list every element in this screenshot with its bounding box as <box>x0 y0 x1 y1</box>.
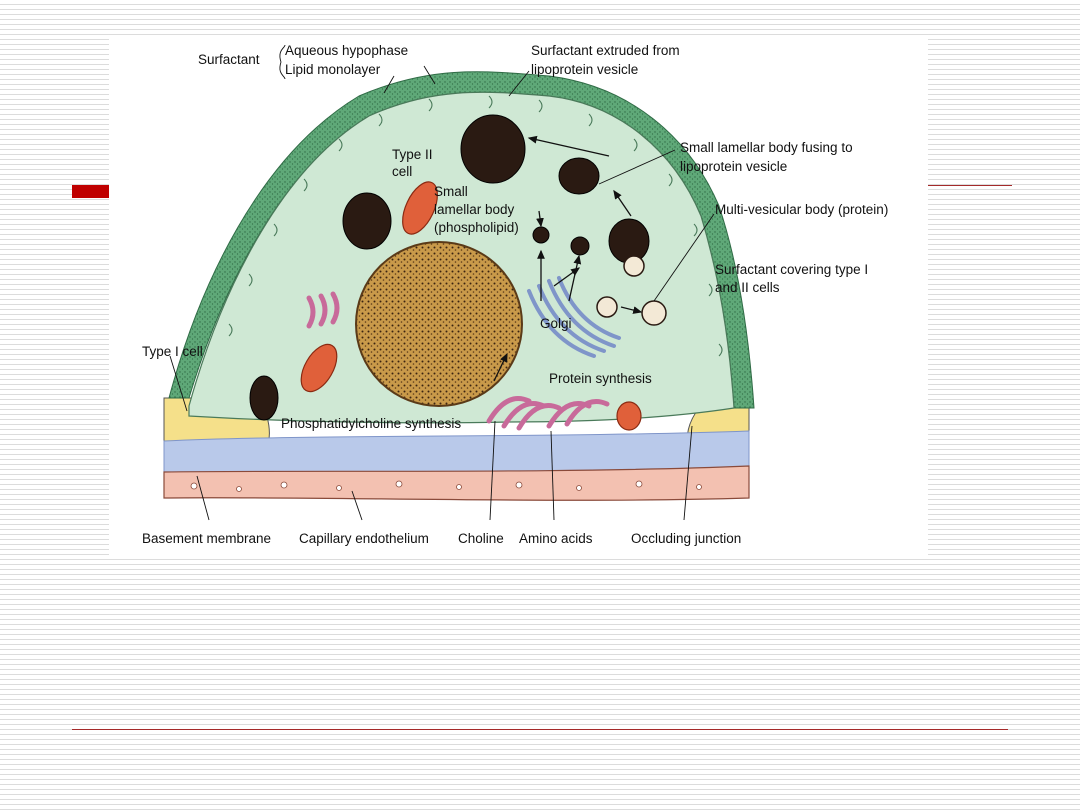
nucleus <box>355 241 523 407</box>
label-capillary-endothelium: Capillary endothelium <box>299 531 429 546</box>
label-occluding-junction: Occluding junction <box>631 531 741 546</box>
label-protein-synthesis: Protein synthesis <box>549 371 652 386</box>
top-accent-rule <box>928 185 1012 186</box>
label-surfactant-extruded-line1: Surfactant extruded from <box>531 43 680 58</box>
type-ii-cell-figure: Surfactant Aqueous hypophase Lipid monol… <box>109 36 928 557</box>
label-small-lamellar-fusing-line2: lipoprotein vesicle <box>680 159 787 174</box>
label-type-i-cell: Type I cell <box>142 344 203 359</box>
label-phosphatidylcholine-synthesis: Phosphatidylcholine synthesis <box>281 416 461 431</box>
capillary-endothelium <box>163 465 750 501</box>
label-small-lamellar-line2: lamellar body <box>434 202 515 217</box>
label-type-ii-cell-line1: Type II <box>392 147 433 162</box>
label-type-ii-cell-line2: cell <box>392 164 412 179</box>
label-choline: Choline <box>458 531 504 546</box>
label-basement-membrane: Basement membrane <box>142 531 271 546</box>
label-multivesicular-body: Multi-vesicular body (protein) <box>715 202 888 217</box>
label-golgi: Golgi <box>540 316 572 331</box>
label-surfactant-covering-line2: and II cells <box>715 280 780 295</box>
label-aqueous-hypophase: Aqueous hypophase <box>285 43 408 58</box>
label-surfactant: Surfactant <box>198 52 260 67</box>
label-surfactant-extruded-line2: lipoprotein vesicle <box>531 62 638 77</box>
label-small-lamellar-fusing-line1: Small lamellar body fusing to <box>680 140 853 155</box>
bottom-accent-rule <box>72 729 1008 730</box>
title-accent-block <box>72 185 112 198</box>
label-amino-acids: Amino acids <box>519 531 593 546</box>
label-lipid-monolayer: Lipid monolayer <box>285 62 381 77</box>
label-small-lamellar-line1: Small <box>434 184 468 199</box>
label-small-lamellar-line3: (phospholipid) <box>434 220 519 235</box>
label-surfactant-covering-line1: Surfactant covering type I <box>715 262 868 277</box>
